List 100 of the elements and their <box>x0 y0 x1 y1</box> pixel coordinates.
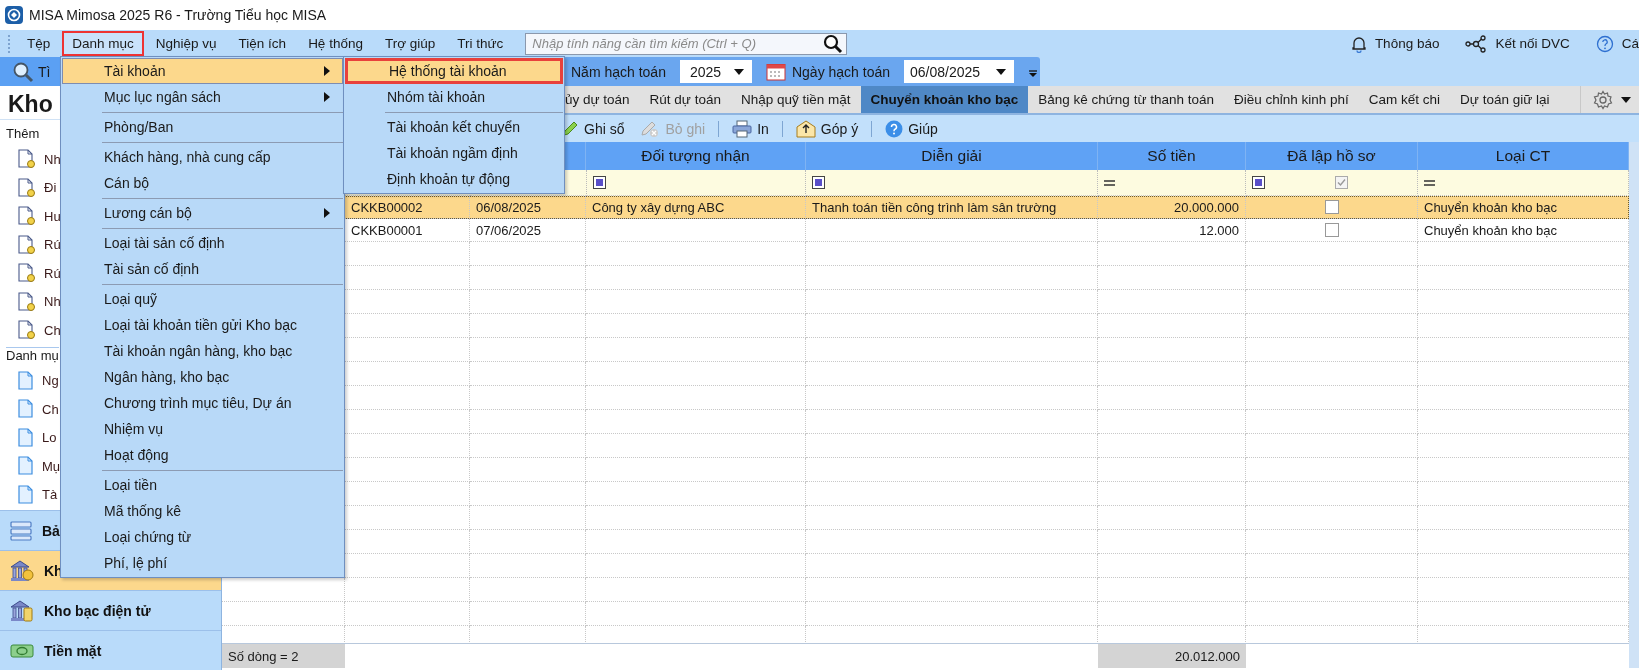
window-title: MISA Mimosa 2025 R6 - Trường Tiểu học MISA <box>29 7 327 23</box>
document-clock-icon <box>18 206 36 227</box>
tab[interactable]: Nhập quỹ tiền mặt <box>730 86 861 113</box>
menu-item[interactable]: Nghiệp vụ <box>145 31 227 56</box>
table-cell: 07/06/2025 <box>476 222 542 238</box>
table-cell: Công ty xây dựng ABC <box>592 199 725 215</box>
search-label[interactable]: Tì <box>38 63 51 80</box>
table-cell: 20.000.000 <box>1173 199 1239 215</box>
table-cell: CKKB00002 <box>351 199 423 215</box>
field-label: Ngày hạch toán <box>791 63 891 80</box>
menu-item[interactable]: Loại chứng từ <box>62 524 343 550</box>
menu-item[interactable]: Phí, lệ phí <box>62 550 343 576</box>
search-icon <box>12 60 34 83</box>
year-dropdown[interactable]: 2025 <box>679 60 752 83</box>
menu-item[interactable]: Tài khoản ngân hàng, kho bạc <box>62 338 343 364</box>
bank-coin-icon <box>10 559 34 582</box>
tab[interactable]: Rút dự toán <box>639 86 731 113</box>
total-amount: 20.012.000 <box>1098 644 1246 668</box>
menu-item[interactable]: Loại tiền <box>62 472 343 498</box>
menu-item[interactable]: Tài sản cố định <box>62 256 343 282</box>
document-icon <box>18 399 34 420</box>
date-picker[interactable]: 06/08/2025 <box>904 60 1015 83</box>
table-cell: 12.000 <box>1199 222 1239 238</box>
menu-item[interactable]: Hệ thống tài khoản <box>345 58 563 84</box>
help-button[interactable]: Cá <box>1585 34 1639 53</box>
sidebar-item[interactable]: Nh <box>44 151 61 167</box>
menu-item[interactable]: Ngân hàng, kho bạc <box>62 364 343 390</box>
sidebar-item[interactable]: Đi <box>44 180 57 196</box>
group-label: Danh mụ <box>6 346 59 363</box>
document-icon <box>18 456 34 477</box>
tab[interactable]: Cam kết chi <box>1358 86 1451 113</box>
filter-operator-icon <box>812 176 825 189</box>
menu-item[interactable]: Chương trình mục tiêu, Dự án <box>62 390 343 416</box>
equals-icon <box>1424 178 1435 187</box>
tab[interactable]: Dự toán giữ lại <box>1450 86 1560 113</box>
settings-icon <box>1593 89 1613 110</box>
checkbox-icon[interactable] <box>1324 223 1339 237</box>
menu-item[interactable]: Hoạt động <box>62 442 343 468</box>
printer-icon <box>732 119 753 138</box>
column-header[interactable]: Đối tượng nhận <box>641 147 750 165</box>
menu-item[interactable]: Cán bộ <box>62 170 343 196</box>
row-count: Số dòng = 2 <box>222 644 345 668</box>
menu-item[interactable]: Tài khoản ngầm định <box>345 140 563 166</box>
menu-item[interactable]: Loại quỹ <box>62 286 343 312</box>
sidebar-item[interactable]: Ch <box>44 322 61 338</box>
menu-item[interactable]: Nhiệm vụ <box>62 416 343 442</box>
sidebar-item[interactable]: Rú <box>44 237 61 253</box>
menu-item[interactable]: Tiện ích <box>228 31 297 56</box>
bell-icon <box>1350 34 1367 53</box>
menu-item[interactable]: Tệp <box>17 31 61 56</box>
column-header[interactable]: Đã lập hồ sơ <box>1287 147 1376 165</box>
sidebar-item[interactable]: Ng <box>42 373 59 389</box>
document-icon <box>18 370 34 391</box>
table-cell: Chuyển khoản kho bạc <box>1424 222 1557 238</box>
document-clock-icon <box>18 291 36 312</box>
sidebar-item[interactable]: Nh <box>44 294 61 310</box>
menu-item[interactable]: Loại tài khoản tiền gửi Kho bạc <box>62 312 343 338</box>
menu-item[interactable]: Mã thống kê <box>62 498 343 524</box>
menu-item[interactable]: Khách hàng, nhà cung cấp <box>62 144 343 170</box>
menu-item[interactable]: Hệ thống <box>298 31 373 56</box>
group-label: Thêm <box>6 126 40 141</box>
equals-icon <box>1104 178 1115 187</box>
document-clock-icon <box>18 263 36 284</box>
bank-phone-icon <box>10 599 34 622</box>
search-field[interactable]: Nhập tính năng cần tìm kiếm (Ctrl + Q) <box>525 32 848 55</box>
help-icon <box>1595 34 1614 53</box>
tab[interactable]: Chuyển khoản kho bạc <box>860 86 1029 113</box>
field-label: Năm hạch toán <box>571 63 666 80</box>
table-cell: Thanh toán tiền công trình làm sân trường <box>812 199 1057 215</box>
menu-item[interactable]: Định khoản tự động <box>345 166 563 192</box>
document-clock-icon <box>18 234 36 255</box>
sidebar-item[interactable]: Mụ <box>42 458 61 474</box>
tab[interactable]: Bảng kê chứng từ thanh toán <box>1028 86 1224 113</box>
sidebar-item[interactable]: Tà <box>42 487 58 503</box>
tab[interactable]: Điều chỉnh kinh phí <box>1224 86 1359 113</box>
table-cell: Chuyển khoản kho bạc <box>1424 199 1557 215</box>
calendar-icon <box>765 62 786 81</box>
table-cell: CKKB00001 <box>351 222 423 238</box>
connect-button[interactable]: Kết nối DVC <box>1455 34 1580 53</box>
toolbar-button[interactable]: In <box>726 119 775 138</box>
column-header[interactable]: Loại CT <box>1495 147 1551 165</box>
column-header[interactable]: Diễn giải <box>921 147 982 165</box>
toolbar-button[interactable]: Giúp <box>879 119 944 138</box>
menu-item[interactable]: Tri thức <box>447 31 514 56</box>
caret-icon <box>996 68 1007 75</box>
sidebar-item[interactable]: Rú <box>44 265 61 281</box>
menu-item[interactable]: Trợ giúp <box>374 31 446 56</box>
document-clock-icon <box>18 320 36 341</box>
network-nodes-icon <box>1465 34 1488 53</box>
document-icon <box>18 484 34 505</box>
menu-item[interactable]: Tài khoản <box>62 58 343 84</box>
sidebar-item[interactable]: Ch <box>42 401 59 417</box>
toolbar-button[interactable]: Góp ý <box>789 119 865 138</box>
sidebar-item[interactable]: Lo <box>42 430 57 446</box>
menu-item[interactable]: Danh mục <box>62 31 144 56</box>
menu-item[interactable]: Loại tài sản cố định <box>62 230 343 256</box>
notifications-button[interactable]: Thông báo <box>1340 34 1450 53</box>
checkbox-icon[interactable] <box>1324 200 1339 214</box>
list-rows-icon <box>10 520 32 541</box>
column-header[interactable]: Số tiền <box>1147 147 1196 165</box>
